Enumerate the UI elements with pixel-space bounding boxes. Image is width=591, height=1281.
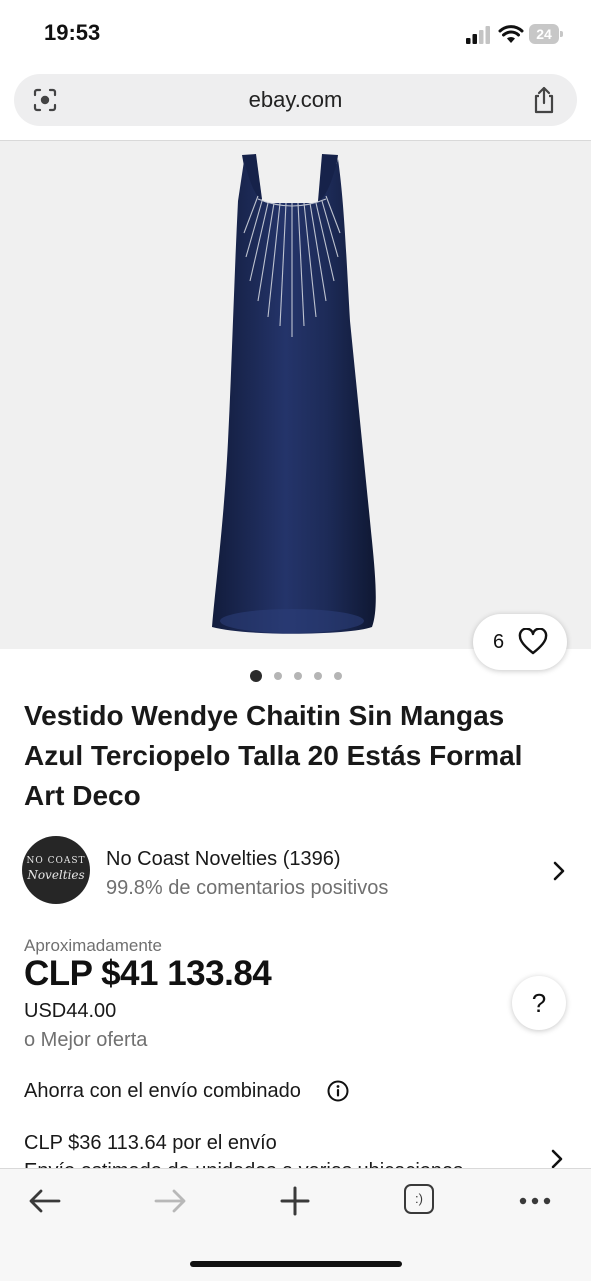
battery-icon: 24 (529, 24, 565, 44)
status-bar: 19:53 24 (0, 0, 591, 68)
address-bar[interactable]: ebay.com (14, 74, 577, 126)
help-button[interactable]: ? (512, 976, 566, 1030)
watch-button[interactable]: 6 (473, 614, 567, 670)
combined-shipping-label: Ahorra con el envío combinado (24, 1080, 301, 1102)
home-indicator (190, 1261, 402, 1267)
new-tab-icon[interactable] (275, 1183, 315, 1219)
shipping-detail: Envío estimado de unidades a varias ubic… (24, 1160, 544, 1168)
cellular-signal-icon (466, 26, 490, 44)
carousel-dot[interactable] (274, 672, 282, 680)
battery-level: 24 (536, 26, 552, 42)
share-icon[interactable] (531, 85, 557, 115)
dress-image (212, 154, 376, 634)
shipping-chevron-icon[interactable] (550, 1148, 564, 1170)
carousel-dot[interactable] (314, 672, 322, 680)
seller-avatar[interactable]: NO COAST Novelties (22, 836, 90, 904)
seller-feedback: 99.8% de comentarios positivos (106, 877, 389, 899)
heart-icon (518, 628, 548, 655)
tabs-button[interactable]: :) (400, 1183, 440, 1219)
approx-label: Aproximadamente (24, 936, 162, 955)
carousel-dot[interactable] (294, 672, 302, 680)
product-title: Vestido Wendye Chaitin Sin Mangas Azul T… (24, 700, 523, 811)
seller-name[interactable]: No Coast Novelties (1396) (106, 848, 341, 871)
best-offer-label: o Mejor oferta (24, 1029, 148, 1051)
product-image[interactable] (0, 141, 591, 649)
status-time: 19:53 (44, 20, 101, 45)
carousel-dot[interactable] (334, 672, 342, 680)
seller-row[interactable]: NO COAST Novelties No Coast Novelties (1… (22, 836, 572, 906)
info-icon[interactable] (327, 1080, 349, 1102)
shipping-cost[interactable]: CLP $36 113.64 por el envío (24, 1132, 277, 1155)
carousel-dots[interactable] (250, 670, 350, 682)
wifi-icon (498, 25, 524, 43)
price-local: CLP $41 133.84 (24, 954, 272, 993)
url-text[interactable]: ebay.com (14, 74, 577, 126)
lens-search-icon[interactable] (32, 87, 58, 113)
tabs-icon: :) (404, 1184, 434, 1214)
chevron-right-icon[interactable] (552, 860, 566, 882)
avatar-line1: NO COAST (26, 856, 86, 866)
back-arrow-icon[interactable] (25, 1183, 65, 1219)
price-usd: USD44.00 (24, 1000, 117, 1022)
avatar-line2: Novelties (27, 868, 85, 882)
carousel-dot[interactable] (250, 670, 262, 682)
forward-arrow-icon[interactable] (150, 1183, 190, 1219)
watch-count: 6 (493, 631, 505, 653)
more-icon[interactable] (515, 1183, 555, 1219)
